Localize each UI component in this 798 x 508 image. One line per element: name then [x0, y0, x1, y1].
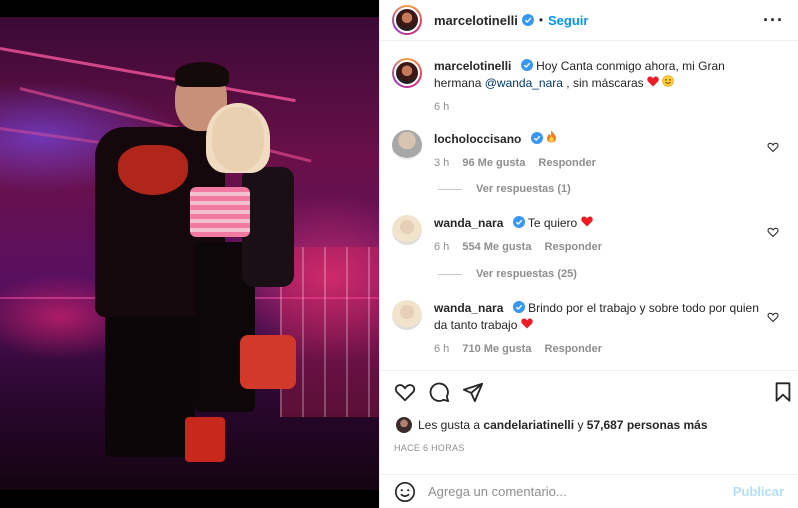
view-replies-button[interactable]: Ver respuestas (1): [438, 183, 571, 195]
like-comment-heart-icon[interactable]: [767, 141, 779, 153]
separator-dot: •: [538, 13, 544, 27]
action-bar: [380, 370, 798, 414]
likes-summary: Les gusta a candelariatinelli y 57,687 p…: [396, 417, 708, 433]
caption: marcelotinelli Hoy Canta conmigo ahora, …: [392, 58, 787, 116]
post-side-panel: marcelotinelli • Seguir ··· marcelotinel…: [379, 0, 798, 508]
verified-badge-icon: [530, 132, 543, 144]
man-hair: [175, 62, 229, 87]
caption-text-end: , sin máscaras: [566, 76, 644, 90]
view-replies-label: Ver respuestas (1): [476, 183, 571, 195]
commenter-avatar[interactable]: [392, 130, 422, 160]
like-comment-heart-icon[interactable]: [767, 226, 779, 238]
likes-middle: y: [577, 418, 584, 432]
publish-button[interactable]: Publicar: [733, 484, 784, 499]
skull-print: [118, 145, 188, 195]
comment-username[interactable]: wanda_nara: [434, 301, 503, 315]
liker-username[interactable]: candelariatinelli: [483, 418, 574, 432]
smiling-face-icon: [662, 75, 675, 87]
share-paper-plane-icon[interactable]: [462, 381, 484, 403]
comments-section: marcelotinelli Hoy Canta conmigo ahora, …: [380, 50, 798, 370]
like-heart-icon[interactable]: [394, 381, 416, 403]
instagram-post: marcelotinelli • Seguir ··· marcelotinel…: [0, 0, 798, 508]
author-username[interactable]: marcelotinelli: [434, 13, 518, 28]
comment-item: locholoccisano 3 h 96 Me gusta Responder: [392, 130, 787, 172]
post-timestamp[interactable]: HACE 6 HORAS: [394, 443, 465, 453]
verified-badge-icon: [512, 216, 525, 228]
comment-input[interactable]: [428, 484, 733, 499]
caption-username[interactable]: marcelotinelli: [434, 59, 511, 73]
woman-face: [212, 107, 264, 171]
liker-avatar[interactable]: [396, 417, 412, 433]
verified-badge-icon: [512, 301, 525, 313]
red-heart-icon: [580, 216, 593, 227]
more-horizontal-icon[interactable]: ···: [763, 10, 784, 31]
caption-time[interactable]: 6 h: [434, 101, 449, 113]
comment-time[interactable]: 6 h: [434, 241, 449, 253]
view-replies-button[interactable]: Ver respuestas (25): [438, 268, 577, 280]
comment-likes[interactable]: 96 Me gusta: [462, 157, 525, 169]
view-replies-label: Ver respuestas (25): [476, 268, 577, 280]
red-boots: [185, 417, 225, 462]
comment-likes[interactable]: 554 Me gusta: [462, 241, 531, 253]
comment-username[interactable]: wanda_nara: [434, 216, 503, 230]
fire-icon: [547, 130, 557, 143]
emoji-icon[interactable]: [394, 481, 416, 503]
reply-button[interactable]: Responder: [545, 343, 602, 355]
comment-username[interactable]: locholoccisano: [434, 132, 521, 146]
comment-composer: Publicar: [380, 474, 798, 508]
comment-time[interactable]: 6 h: [434, 343, 449, 355]
author-avatar[interactable]: [392, 58, 422, 88]
replies-divider: [438, 188, 462, 190]
commenter-avatar[interactable]: [392, 215, 422, 245]
post-header: marcelotinelli • Seguir ···: [380, 0, 798, 41]
photo-scene: [0, 17, 379, 490]
comment-bubble-icon[interactable]: [428, 381, 450, 403]
reply-button[interactable]: Responder: [538, 157, 595, 169]
comment-text: Te quiero: [527, 216, 578, 230]
reply-button[interactable]: Responder: [545, 241, 602, 253]
commenter-avatar[interactable]: [392, 300, 422, 330]
railing: [280, 247, 379, 417]
comment-item: wanda_nara Te quiero 6 h 554 Me gusta Re…: [392, 215, 787, 256]
likes-count[interactable]: 57,687 personas más: [587, 418, 708, 432]
verified-badge-icon: [520, 59, 533, 71]
comment-likes[interactable]: 710 Me gusta: [462, 343, 531, 355]
likes-prefix: Les gusta a: [418, 418, 481, 432]
replies-divider: [438, 273, 462, 275]
save-bookmark-icon[interactable]: [772, 381, 794, 403]
woman-striped-top: [190, 187, 250, 237]
red-handbag: [240, 335, 296, 389]
verified-badge-icon: [521, 14, 534, 26]
like-comment-heart-icon[interactable]: [767, 311, 779, 323]
comment-time[interactable]: 3 h: [434, 157, 449, 169]
man-legs: [105, 307, 195, 457]
comment-item: wanda_nara Brindo por el trabajo y sobre…: [392, 300, 787, 358]
red-heart-icon: [647, 76, 659, 87]
follow-button[interactable]: Seguir: [548, 13, 588, 28]
author-avatar[interactable]: [392, 5, 422, 35]
post-photo[interactable]: [0, 0, 379, 508]
red-heart-icon: [521, 318, 533, 329]
caption-mention-link[interactable]: @wanda_nara: [485, 76, 563, 90]
